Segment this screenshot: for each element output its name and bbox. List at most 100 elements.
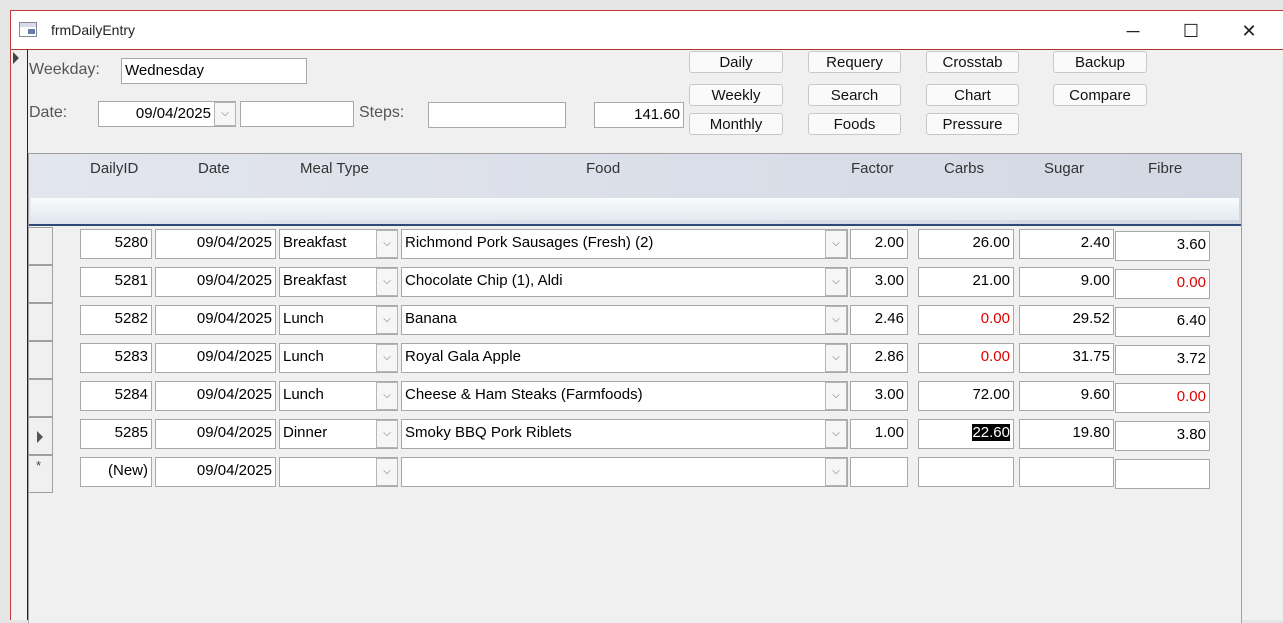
minimize-button[interactable]: ─: [1121, 19, 1145, 43]
record-selector[interactable]: [29, 227, 53, 265]
food-chevron-icon[interactable]: ⌵: [825, 458, 847, 486]
current-record-icon: [37, 431, 43, 443]
extra-field[interactable]: [240, 101, 354, 127]
monthly-button[interactable]: Monthly: [689, 113, 783, 135]
record-selector[interactable]: [29, 417, 53, 455]
carbs-cell[interactable]: 0.00: [918, 343, 1014, 373]
record-selector[interactable]: [29, 379, 53, 417]
total-field[interactable]: 141.60: [594, 102, 684, 128]
food-chevron-icon[interactable]: ⌵: [825, 382, 847, 410]
factor-cell[interactable]: 2.00: [850, 229, 908, 259]
fibre-cell[interactable]: 3.80: [1115, 421, 1210, 451]
meal-type-chevron-icon[interactable]: ⌵: [376, 344, 398, 372]
compare-button[interactable]: Compare: [1053, 84, 1147, 106]
factor-cell[interactable]: 2.46: [850, 305, 908, 335]
date-cell[interactable]: 09/04/2025: [155, 305, 276, 335]
food-combo[interactable]: Smoky BBQ Pork Riblets: [401, 419, 848, 449]
factor-cell[interactable]: 3.00: [850, 267, 908, 297]
pressure-button[interactable]: Pressure: [926, 113, 1019, 135]
col-header-dailyid: DailyID: [90, 160, 139, 177]
col-header-meal-type: Meal Type: [300, 160, 369, 177]
title-bar: frmDailyEntry ─ ☐ ✕: [11, 11, 1283, 50]
weekday-label: Weekday:: [29, 61, 100, 78]
food-combo[interactable]: [401, 457, 848, 487]
date-cell[interactable]: 09/04/2025: [155, 343, 276, 373]
fibre-cell[interactable]: 0.00: [1115, 269, 1210, 299]
col-header-date: Date: [198, 160, 230, 177]
sugar-cell[interactable]: 2.40: [1019, 229, 1114, 259]
close-button[interactable]: ✕: [1237, 19, 1261, 43]
record-selector[interactable]: [29, 265, 53, 303]
form-record-selector-icon[interactable]: [13, 52, 19, 64]
crosstab-button[interactable]: Crosstab: [926, 51, 1019, 73]
carbs-cell[interactable]: 0.00: [918, 305, 1014, 335]
factor-cell[interactable]: 2.86: [850, 343, 908, 373]
fibre-cell[interactable]: 3.60: [1115, 231, 1210, 261]
dailyid-cell[interactable]: (New): [80, 457, 152, 487]
col-header-sugar: Sugar: [1044, 160, 1085, 177]
col-header-fibre: Fibre: [1148, 160, 1183, 177]
maximize-button[interactable]: ☐: [1179, 19, 1203, 43]
date-cell[interactable]: 09/04/2025: [155, 419, 276, 449]
weekly-button[interactable]: Weekly: [689, 84, 783, 106]
dailyid-cell[interactable]: 5283: [80, 343, 152, 373]
factor-cell[interactable]: 1.00: [850, 419, 908, 449]
foods-button[interactable]: Foods: [808, 113, 901, 135]
dailyid-cell[interactable]: 5280: [80, 229, 152, 259]
meal-type-chevron-icon[interactable]: ⌵: [376, 230, 398, 258]
record-selector[interactable]: [29, 341, 53, 379]
form-icon: [19, 22, 37, 37]
factor-cell[interactable]: [850, 457, 908, 487]
sugar-cell[interactable]: 9.00: [1019, 267, 1114, 297]
food-combo[interactable]: Banana: [401, 305, 848, 335]
carbs-cell[interactable]: [918, 457, 1014, 487]
steps-field[interactable]: [428, 102, 566, 128]
date-cell[interactable]: 09/04/2025: [155, 229, 276, 259]
meal-type-chevron-icon[interactable]: ⌵: [376, 420, 398, 448]
fibre-cell[interactable]: 3.72: [1115, 345, 1210, 375]
meal-type-chevron-icon[interactable]: ⌵: [376, 268, 398, 296]
requery-button[interactable]: Requery: [808, 51, 901, 73]
factor-cell[interactable]: 3.00: [850, 381, 908, 411]
date-cell[interactable]: 09/04/2025: [155, 381, 276, 411]
sugar-cell[interactable]: [1019, 457, 1114, 487]
food-combo[interactable]: Chocolate Chip (1), Aldi: [401, 267, 848, 297]
weekday-field[interactable]: Wednesday: [121, 58, 307, 84]
meal-type-chevron-icon[interactable]: ⌵: [376, 458, 398, 486]
meal-type-chevron-icon[interactable]: ⌵: [376, 306, 398, 334]
sugar-cell[interactable]: 31.75: [1019, 343, 1114, 373]
date-dropdown-chevron-icon[interactable]: ⌵: [214, 102, 236, 126]
dailyid-cell[interactable]: 5282: [80, 305, 152, 335]
food-chevron-icon[interactable]: ⌵: [825, 230, 847, 258]
fibre-cell[interactable]: 6.40: [1115, 307, 1210, 337]
dailyid-cell[interactable]: 5281: [80, 267, 152, 297]
sugar-cell[interactable]: 19.80: [1019, 419, 1114, 449]
food-chevron-icon[interactable]: ⌵: [825, 306, 847, 334]
carbs-cell[interactable]: 21.00: [918, 267, 1014, 297]
search-button[interactable]: Search: [808, 84, 901, 106]
fibre-cell[interactable]: 0.00: [1115, 383, 1210, 413]
sugar-cell[interactable]: 9.60: [1019, 381, 1114, 411]
date-cell[interactable]: 09/04/2025: [155, 267, 276, 297]
food-chevron-icon[interactable]: ⌵: [825, 420, 847, 448]
daily-subform: DailyID Date Meal Type Food Factor Carbs…: [28, 153, 1242, 623]
sugar-cell[interactable]: 29.52: [1019, 305, 1114, 335]
meal-type-chevron-icon[interactable]: ⌵: [376, 382, 398, 410]
food-chevron-icon[interactable]: ⌵: [825, 344, 847, 372]
carbs-cell[interactable]: 26.00: [918, 229, 1014, 259]
food-combo[interactable]: Cheese & Ham Steaks (Farmfoods): [401, 381, 848, 411]
carbs-cell[interactable]: 22.60: [918, 419, 1014, 449]
food-chevron-icon[interactable]: ⌵: [825, 268, 847, 296]
dailyid-cell[interactable]: 5285: [80, 419, 152, 449]
record-selector[interactable]: [29, 303, 53, 341]
carbs-cell[interactable]: 72.00: [918, 381, 1014, 411]
food-combo[interactable]: Richmond Pork Sausages (Fresh) (2): [401, 229, 848, 259]
food-combo[interactable]: Royal Gala Apple: [401, 343, 848, 373]
fibre-cell[interactable]: [1115, 459, 1210, 489]
chart-button[interactable]: Chart: [926, 84, 1019, 106]
daily-button[interactable]: Daily: [689, 51, 783, 73]
dailyid-cell[interactable]: 5284: [80, 381, 152, 411]
backup-button[interactable]: Backup: [1053, 51, 1147, 73]
date-cell[interactable]: 09/04/2025: [155, 457, 276, 487]
new-record-selector[interactable]: *: [29, 455, 53, 493]
